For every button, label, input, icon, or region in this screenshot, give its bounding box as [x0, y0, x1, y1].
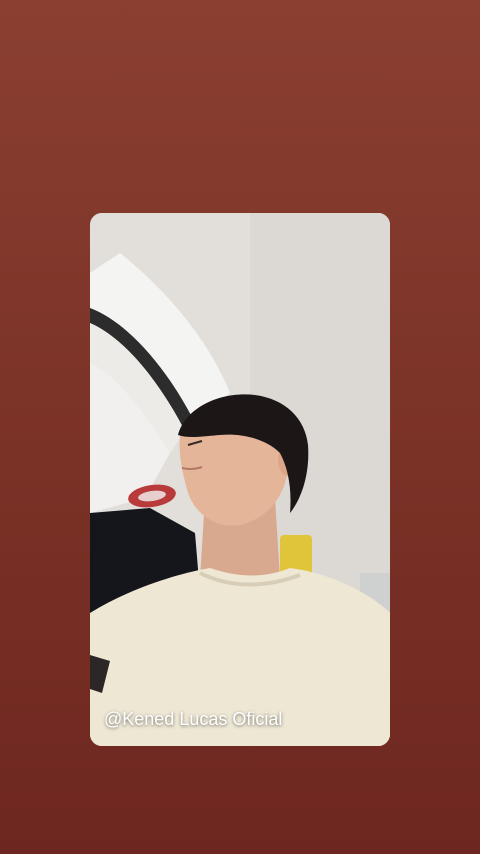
story-video-frame[interactable]: @Kened Lucas Oficial: [90, 213, 390, 746]
story-caption: @Kened Lucas Oficial: [104, 709, 283, 729]
video-still-image: [90, 213, 390, 746]
